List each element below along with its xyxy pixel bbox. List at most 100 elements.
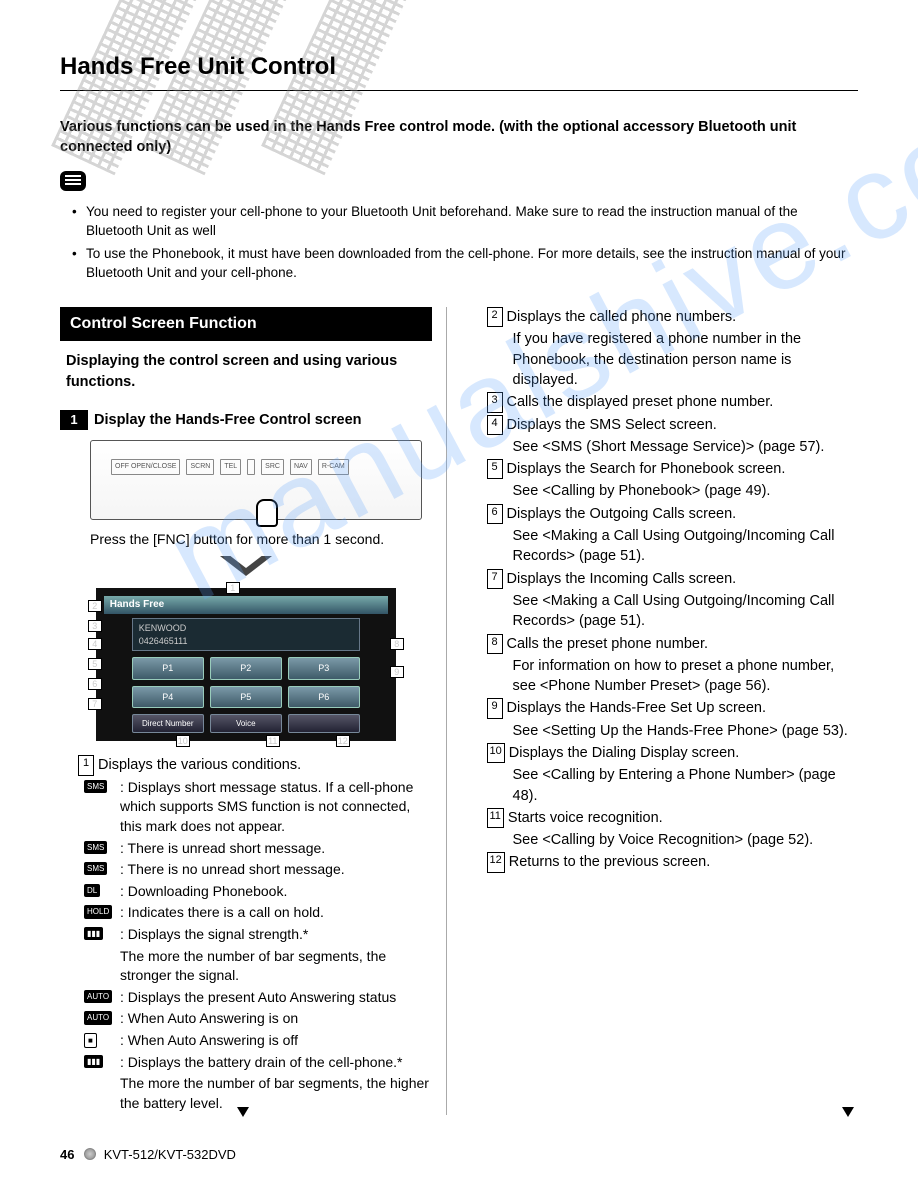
desc-text: Starts voice recognition. — [508, 808, 858, 828]
status-tag-icon: ■ — [84, 1033, 97, 1048]
numbox: 3 — [487, 392, 503, 412]
status-sub-item: SMS : There is no unread short message. — [78, 860, 432, 880]
desc-item: 9Displays the Hands-Free Set Up screen. — [487, 698, 859, 718]
continue-arrow-icon — [842, 1107, 854, 1117]
numbox: 11 — [487, 808, 504, 828]
status-tag-icon: SMS — [84, 862, 107, 875]
status-tag-icon: HOLD — [84, 905, 112, 918]
status-tag-icon: DL — [84, 884, 100, 897]
status-sub-item: SMS: There is unread short message. — [78, 839, 432, 859]
screen-name: KENWOOD — [139, 622, 353, 635]
desc-text-cont: For information on how to preset a phone… — [487, 656, 859, 697]
status-sub-text: : Displays the present Auto Answering st… — [120, 989, 396, 1005]
desc-text: Displays the Outgoing Calls screen. — [507, 504, 859, 524]
screen-bottom-row: Direct Number Voice — [132, 714, 360, 733]
section-intro: Displaying the control screen and using … — [60, 347, 432, 406]
desc-item: 8Calls the preset phone number. — [487, 634, 859, 654]
preset-grid: P1 P2 P3 P4 P5 P6 — [132, 657, 360, 708]
desc-text: Displays the Incoming Calls screen. — [507, 569, 859, 589]
desc-item: 10Displays the Dialing Display screen. — [487, 743, 859, 763]
desc-text-cont: See <Calling by Voice Recognition> (page… — [487, 830, 859, 850]
step-number: 1 — [60, 410, 88, 430]
callout-7: 7 — [88, 698, 102, 710]
desc-item: 7Displays the Incoming Calls screen. — [487, 569, 859, 589]
down-arrow-icon — [220, 556, 272, 576]
callout-5: 5 — [88, 658, 102, 670]
numbox: 9 — [487, 698, 503, 718]
preset-btn: P4 — [132, 686, 204, 709]
desc-text: Displays the called phone numbers. — [507, 307, 859, 327]
numbox: 12 — [487, 852, 505, 872]
callout-2: 2 — [88, 600, 102, 612]
page-title: Hands Free Unit Control — [60, 50, 858, 84]
status-tag-icon: ▮▮▮ — [84, 927, 103, 940]
status-sub-text: The more the number of bar segments, the… — [120, 948, 386, 984]
desc-item: 12Returns to the previous screen. — [487, 852, 859, 872]
desc-text: Displays the Search for Phonebook screen… — [507, 459, 859, 479]
desc-text: Calls the preset phone number. — [507, 634, 859, 654]
page-footer: 46 KVT-512/KVT-532DVD — [60, 1146, 236, 1164]
status-sub-item: The more the number of bar segments, the… — [78, 947, 432, 986]
status-sub-item: HOLD: Indicates there is a call on hold. — [78, 903, 432, 923]
section-header: Control Screen Function — [60, 307, 432, 341]
note-icon — [60, 171, 86, 191]
panel-btn — [247, 459, 255, 475]
desc-text: Displays the Hands-Free Set Up screen. — [507, 698, 859, 718]
panel-btn: SCRN — [186, 459, 214, 475]
numbox: 4 — [487, 415, 503, 435]
step-heading: 1 Display the Hands-Free Control screen — [60, 406, 432, 440]
panel-btn: SRC — [261, 459, 284, 475]
desc-item: 2Displays the called phone numbers. — [487, 307, 859, 327]
status-sub-item: ▮▮▮ : Displays the battery drain of the c… — [78, 1053, 432, 1073]
callout-10: 10 — [176, 735, 190, 747]
status-sub-text: The more the number of bar segments, the… — [120, 1075, 429, 1111]
desc-text-cont: See <Calling by Phonebook> (page 49). — [487, 481, 859, 501]
status-sub-item: The more the number of bar segments, the… — [78, 1074, 432, 1113]
status-sub-text: : Displays the battery drain of the cell… — [120, 1054, 403, 1070]
desc-item: 5Displays the Search for Phonebook scree… — [487, 459, 859, 479]
continue-arrow-icon — [237, 1107, 249, 1117]
status-tag-icon: SMS — [84, 780, 107, 793]
desc-text-cont: See <Setting Up the Hands-Free Phone> (p… — [487, 721, 859, 741]
desc-text-cont: See <Making a Call Using Outgoing/Incomi… — [487, 591, 859, 632]
status-sub-text: : When Auto Answering is on — [120, 1010, 298, 1026]
numbox: 5 — [487, 459, 503, 479]
numbox: 10 — [487, 743, 505, 763]
numbox: 6 — [487, 504, 503, 524]
callout-9: 9 — [390, 666, 404, 678]
preset-btn: P5 — [210, 686, 282, 709]
item1-lead: Displays the various conditions. — [98, 755, 432, 775]
numbox: 7 — [487, 569, 503, 589]
step-title: Display the Hands-Free Control screen — [94, 412, 362, 428]
desc-text-cont: If you have registered a phone number in… — [487, 329, 859, 390]
screen-info: KENWOOD 0426465111 — [132, 618, 360, 651]
status-sub-text: : There is no unread short message. — [120, 861, 345, 877]
numbox-1: 1 — [78, 755, 94, 775]
bottom-btn — [288, 714, 360, 733]
status-sub-text: : When Auto Answering is off — [120, 1032, 298, 1048]
page-number: 46 — [60, 1147, 74, 1162]
status-tag-icon: ▮▮▮ — [84, 1055, 103, 1068]
screen-illustration: 1 2 3 4 5 6 7 8 9 10 11 12 Hands Free KE… — [96, 588, 396, 742]
status-sub-item: AUTO: When Auto Answering is on — [78, 1009, 432, 1029]
preset-btn: P2 — [210, 657, 282, 680]
preset-btn: P1 — [132, 657, 204, 680]
status-sub-item: AUTO : Displays the present Auto Answerin… — [78, 988, 432, 1008]
bottom-btn: Voice — [210, 714, 282, 733]
desc-text: Displays the SMS Select screen. — [507, 415, 859, 435]
callout-12: 12 — [336, 735, 350, 747]
status-tag-icon: AUTO — [84, 990, 112, 1003]
callout-6: 6 — [88, 678, 102, 690]
preset-btn: P3 — [288, 657, 360, 680]
screen-titlebar: Hands Free — [104, 596, 388, 614]
panel-caption: Press the [FNC] button for more than 1 s… — [90, 530, 432, 550]
note-item: You need to register your cell-phone to … — [72, 203, 858, 241]
numbox: 2 — [487, 307, 503, 327]
callout-8: 8 — [390, 638, 404, 650]
panel-illustration: OFF OPEN/CLOSE SCRN TEL SRC NAV R-CAM — [90, 440, 422, 520]
status-sub-text: : Downloading Phonebook. — [120, 883, 287, 899]
status-sub-item: DL : Downloading Phonebook. — [78, 882, 432, 902]
status-sub-text: : Displays short message status. If a ce… — [120, 779, 413, 834]
desc-text-cont: See <Calling by Entering a Phone Number>… — [487, 765, 859, 806]
panel-btn: R-CAM — [318, 459, 349, 475]
